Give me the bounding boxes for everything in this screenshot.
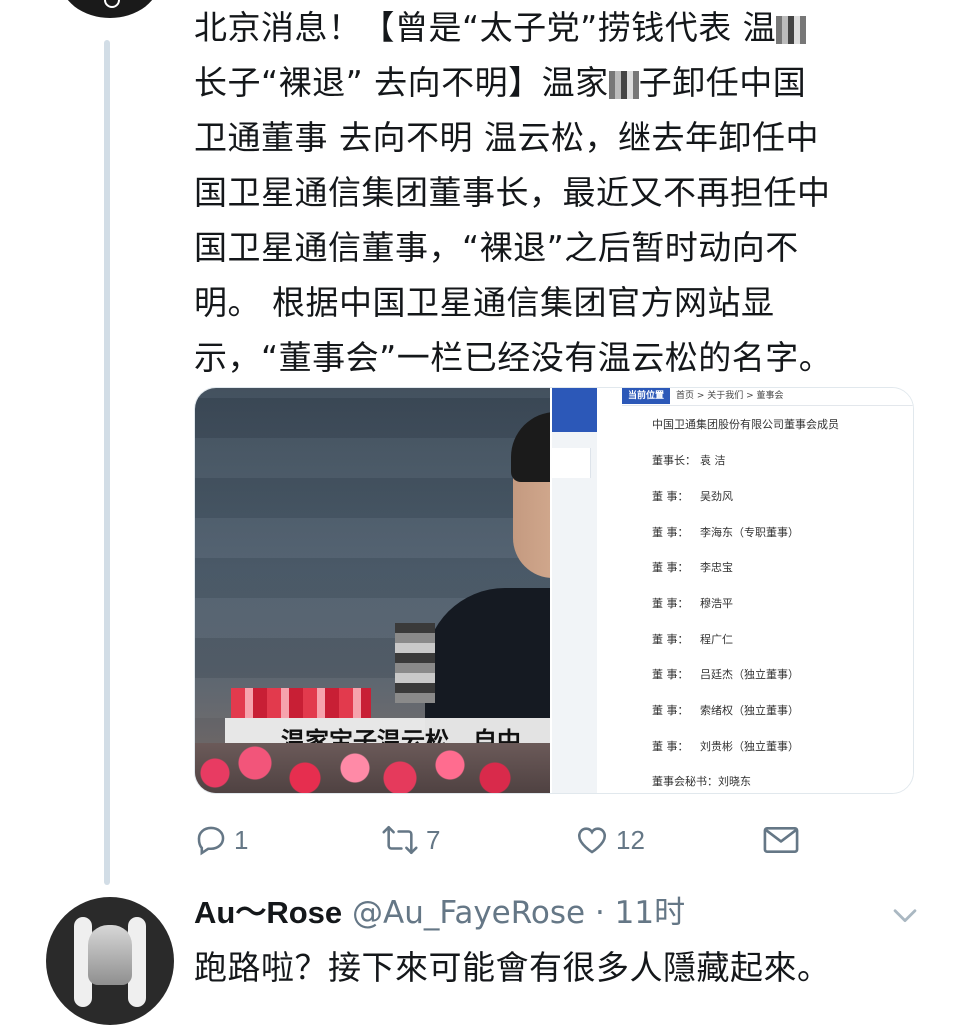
reply-handle[interactable]: @Au_FayeRose	[352, 895, 585, 931]
pixelated-area	[395, 623, 435, 703]
like-button[interactable]: 12	[574, 818, 645, 862]
reply-time[interactable]: 11时	[615, 895, 685, 931]
board-member: 董 事： 吴劲风	[652, 490, 733, 503]
tweet-text: 北京消息！【曾是“太子党”捞钱代表 温 长子“裸退” 去向不明】温家 子卸任中国 …	[194, 0, 924, 385]
reply-separator: ·	[594, 895, 605, 931]
breadcrumb-label: 当前位置	[622, 388, 671, 404]
tweet-line: 卫通董事 去向不明 温云松，继去年卸任中	[194, 118, 819, 157]
dm-icon	[762, 823, 800, 857]
retweet-icon	[380, 823, 420, 857]
board-member: 董 事： 李海东（专职董事）	[652, 526, 799, 539]
like-count: 12	[616, 824, 645, 855]
tweet-line: 国卫星通信集团董事长，最近又不再担任中	[194, 173, 831, 212]
tweet-line: 明。 根据中国卫星通信集团官方网站显	[194, 283, 775, 322]
board-member: 董 事： 程广仁	[652, 633, 733, 646]
reply-display-name[interactable]: Au～Rose	[194, 895, 342, 930]
media-webpage-screenshot[interactable]: 当前位置 首页 > 关于我们 > 董事会 中国卫通集团股份有限公司董事会成员 董事…	[552, 388, 913, 793]
company-title: 中国卫通集团股份有限公司董事会成员	[652, 418, 839, 431]
board-member: 董 事： 穆浩平	[652, 597, 733, 610]
pixelated-banner	[231, 688, 371, 718]
reply-header: Au～Rose @Au_FayeRose · 11时	[194, 891, 685, 935]
thread-line	[104, 40, 110, 885]
retweet-button[interactable]: 7	[380, 818, 440, 862]
board-member: 董事长：袁 洁	[652, 454, 726, 467]
reply-count: 1	[234, 824, 249, 855]
breadcrumb-path: 首页 > 关于我们 > 董事会	[676, 391, 784, 401]
tweet-line: 长子“裸退” 去向不明】温家	[194, 63, 609, 102]
tweet-line: 北京消息！【曾是“太子党”捞钱代表 温	[194, 8, 777, 47]
reply-icon	[194, 823, 228, 857]
board-member: 董 事： 李忠宝	[652, 561, 733, 574]
retweet-count: 7	[426, 824, 441, 855]
blurred-text	[608, 70, 639, 99]
board-member: 董 事： 刘贵彬（独立董事）	[652, 740, 799, 753]
like-icon	[574, 823, 610, 857]
reply-author-avatar[interactable]	[46, 897, 174, 1025]
board-member: 董 事： 吕廷杰（独立董事）	[652, 668, 799, 681]
tweet-line: 示，“董事会”一栏已经没有温云松的名字。	[194, 338, 833, 377]
flowers	[195, 743, 550, 793]
breadcrumb: 当前位置 首页 > 关于我们 > 董事会	[622, 388, 913, 404]
dm-button[interactable]	[762, 818, 800, 862]
media-photo[interactable]: 温家宝子温云松，自中	[195, 388, 550, 793]
tweet-media[interactable]: 温家宝子温云松，自中 当前位置 首页 > 关于我们 > 董事会 中国卫通集团股份有…	[194, 387, 914, 794]
tweet-line: 子卸任中国	[638, 63, 807, 102]
previous-author-avatar[interactable]	[60, 0, 160, 18]
chevron-down-icon[interactable]	[888, 900, 922, 930]
tweet-actions: 1 7 12	[194, 818, 814, 862]
blurred-text	[776, 15, 807, 44]
reply-button[interactable]: 1	[194, 818, 248, 862]
board-member: 董 事： 索绪权（独立董事）	[652, 704, 799, 717]
reply-text: 跑路啦？接下來可能會有很多人隱藏起來。	[194, 948, 831, 987]
board-secretary: 董事会秘书：刘晓东	[652, 775, 751, 788]
tweet-line: 国卫星通信董事，“裸退”之后暂时动向不	[194, 228, 799, 267]
